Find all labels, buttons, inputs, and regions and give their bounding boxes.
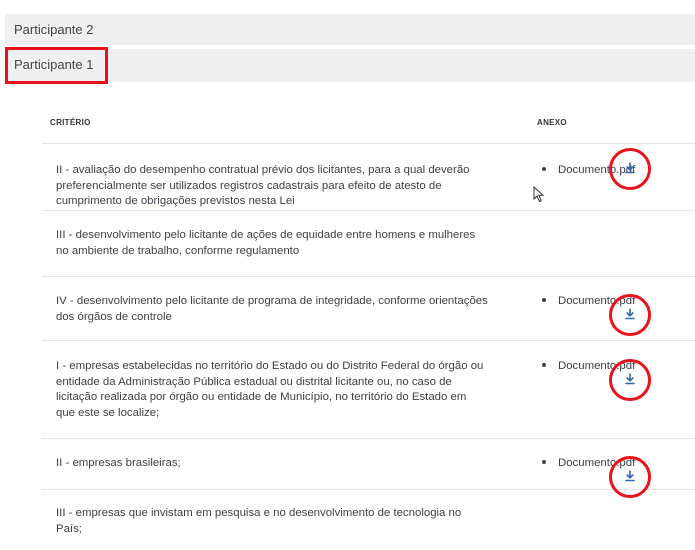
- table-row: III - desenvolvimento pelo licitante de …: [42, 211, 695, 277]
- criterion-text: II - empresas brasileiras;: [56, 457, 181, 469]
- table-row: IV - desenvolvimento pelo licitante de p…: [42, 277, 695, 341]
- download-button[interactable]: [609, 294, 651, 336]
- download-button[interactable]: [609, 456, 651, 498]
- criterion-text: II - avaliação do desempenho contratual …: [56, 164, 470, 208]
- download-button[interactable]: [609, 359, 651, 401]
- accordion-participant-2[interactable]: Participante 2: [5, 14, 695, 45]
- highlight-box: [5, 47, 108, 84]
- download-icon: [625, 162, 635, 174]
- table-row: II - empresas brasileiras; Documento.pdf: [42, 439, 695, 490]
- criterion-text: I - empresas estabelecidas no território…: [56, 360, 484, 419]
- accordion-participant-1[interactable]: Participante 1: [5, 49, 695, 82]
- download-icon: [625, 373, 635, 385]
- header-criterion: CRITÉRIO: [50, 118, 91, 127]
- mouse-pointer-icon: [533, 186, 545, 203]
- criterion-text: III - desenvolvimento pelo licitante de …: [56, 229, 476, 257]
- download-icon: [625, 470, 635, 482]
- criterion-text: IV - desenvolvimento pelo licitante de p…: [56, 295, 488, 323]
- criterion-text: III - empresas que invistam em pesquisa …: [56, 507, 462, 535]
- criteria-table: CRITÉRIO ANEXO II - avaliação do desempe…: [42, 100, 695, 550]
- table-row: II - avaliação do desempenho contratual …: [42, 144, 695, 211]
- table-header: CRITÉRIO ANEXO: [42, 100, 695, 144]
- table-row: III - empresas que invistam em pesquisa …: [42, 490, 695, 550]
- header-attachment: ANEXO: [537, 118, 567, 127]
- table-row: I - empresas estabelecidas no território…: [42, 341, 695, 439]
- download-button[interactable]: [609, 148, 651, 190]
- accordion-participant-2-label: Participante 2: [14, 22, 94, 37]
- download-icon: [625, 308, 635, 320]
